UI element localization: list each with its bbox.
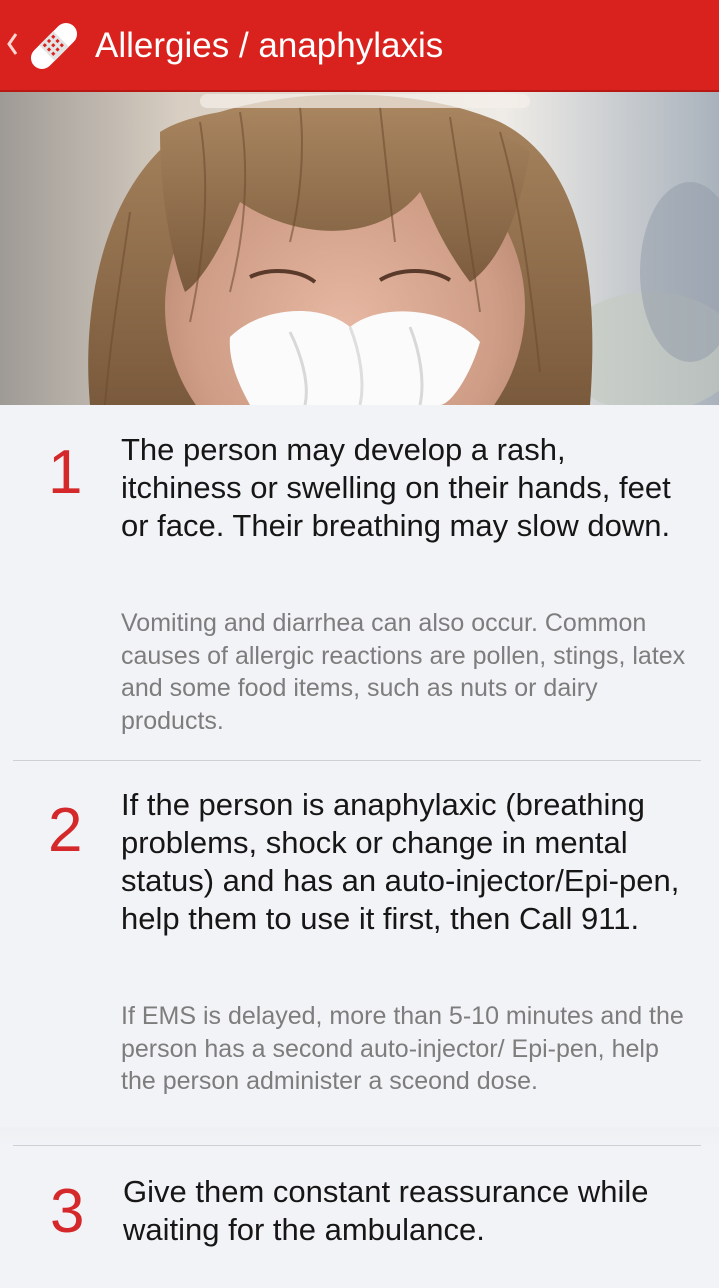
step-detail: Vomiting and diarrhea can also occur. Co… bbox=[121, 609, 686, 735]
person-sneezing-photo bbox=[0, 92, 719, 405]
section-separator bbox=[0, 1127, 719, 1147]
chevron-left-icon[interactable] bbox=[4, 24, 20, 64]
instructions-list: 1 The person may develop a rash, itchine… bbox=[0, 405, 719, 1288]
step-number: 1 bbox=[48, 438, 83, 507]
page-title: Allergies / anaphylaxis bbox=[95, 26, 444, 65]
divider bbox=[13, 1145, 701, 1146]
step-instruction: Give them constant reassurance while wai… bbox=[123, 1174, 649, 1247]
app-header: Allergies / anaphylaxis bbox=[0, 0, 719, 92]
step-detail: If EMS is delayed, more than 5-10 minute… bbox=[121, 1002, 684, 1095]
step-number: 3 bbox=[50, 1177, 85, 1246]
step-instruction: The person may develop a rash, itchiness… bbox=[121, 432, 671, 543]
bandage-icon[interactable] bbox=[22, 14, 86, 78]
step-number: 2 bbox=[48, 796, 83, 865]
divider bbox=[13, 760, 701, 761]
step-instruction: If the person is anaphylaxic (breathing … bbox=[121, 787, 680, 936]
